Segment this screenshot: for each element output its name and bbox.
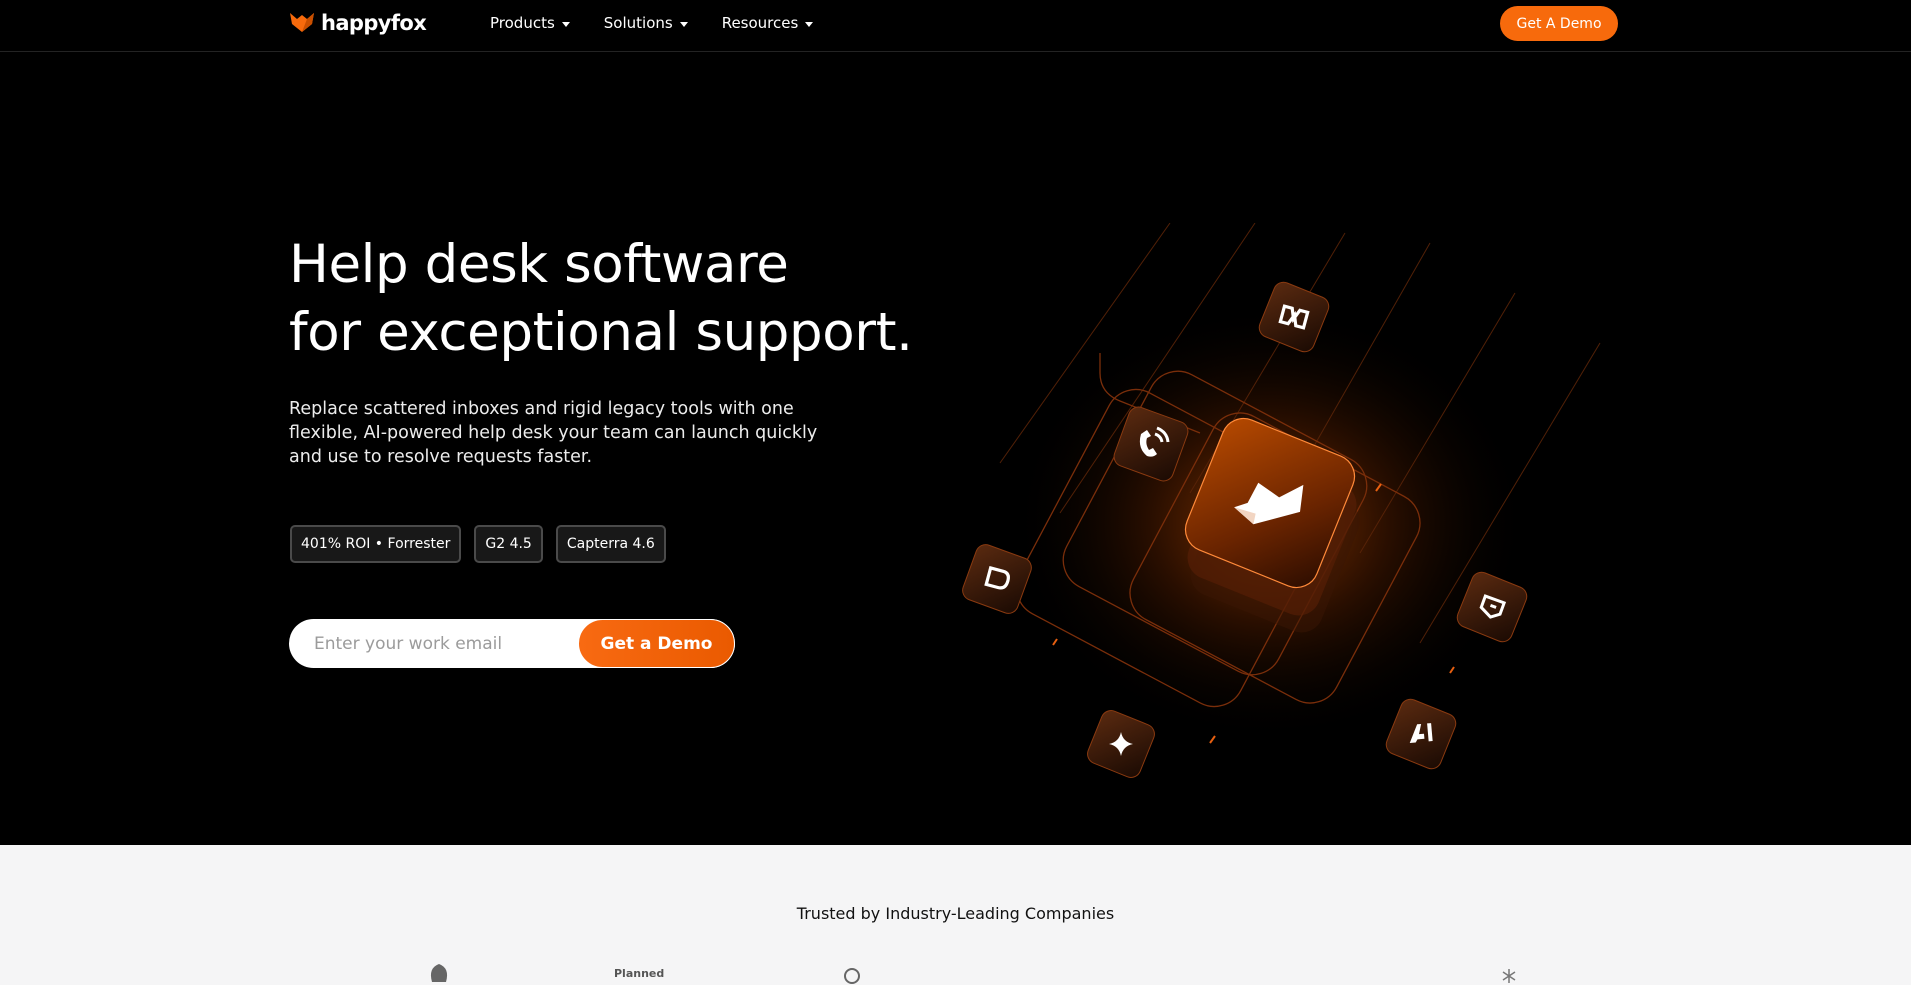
- hero-illustration: [962, 223, 1601, 778]
- main-menu: Products Solutions Resources: [490, 14, 814, 32]
- top-nav: happyfox Products Solutions Resources Ge…: [0, 0, 1911, 52]
- chevron-down-icon: [561, 21, 570, 27]
- asterisk-logo-icon: [1502, 969, 1516, 983]
- get-a-demo-button[interactable]: Get A Demo: [1500, 6, 1618, 41]
- badge-g2: G2 4.5: [474, 525, 543, 563]
- nav-resources[interactable]: Resources: [722, 14, 814, 32]
- rating-badges: 401% ROI • Forrester G2 4.5 Capterra 4.6: [290, 525, 666, 563]
- nav-products[interactable]: Products: [490, 14, 570, 32]
- nav-resources-label: Resources: [721, 14, 799, 32]
- get-demo-submit-button[interactable]: Get a Demo: [578, 619, 735, 668]
- sparkle-tile: [1087, 710, 1155, 778]
- tree-logo-icon: [430, 964, 448, 982]
- customer-logos: Planned: [0, 964, 1911, 985]
- demo-signup-form: Get a Demo: [289, 619, 735, 668]
- headline-line-1: Help desk software: [289, 234, 789, 295]
- nav-products-label: Products: [490, 14, 555, 32]
- hero-subcopy: Replace scattered inboxes and rigid lega…: [289, 399, 818, 467]
- happyfox-logo[interactable]: happyfox: [289, 10, 427, 36]
- chevron-down-icon: [679, 21, 688, 27]
- headline-line-2: for exceptional support.: [289, 302, 913, 363]
- chevron-down-icon: [805, 21, 814, 27]
- circle-logo-icon: [844, 968, 860, 984]
- work-email-input[interactable]: [289, 619, 579, 668]
- brand-name: happyfox: [321, 11, 427, 35]
- hero-headline: Help desk software for exceptional suppo…: [289, 231, 913, 367]
- hero-section: Help desk software for exceptional suppo…: [0, 53, 1911, 845]
- trusted-section: Trusted by Industry-Leading Companies Pl…: [0, 845, 1911, 985]
- nav-solutions[interactable]: Solutions: [604, 14, 688, 32]
- badge-forrester: 401% ROI • Forrester: [290, 525, 462, 563]
- customer-logo-planned: Planned: [614, 967, 665, 980]
- trusted-title: Trusted by Industry-Leading Companies: [796, 904, 1115, 923]
- fox-logo-icon: [290, 13, 314, 32]
- badge-capterra: Capterra 4.6: [555, 525, 666, 563]
- nav-solutions-label: Solutions: [603, 14, 673, 32]
